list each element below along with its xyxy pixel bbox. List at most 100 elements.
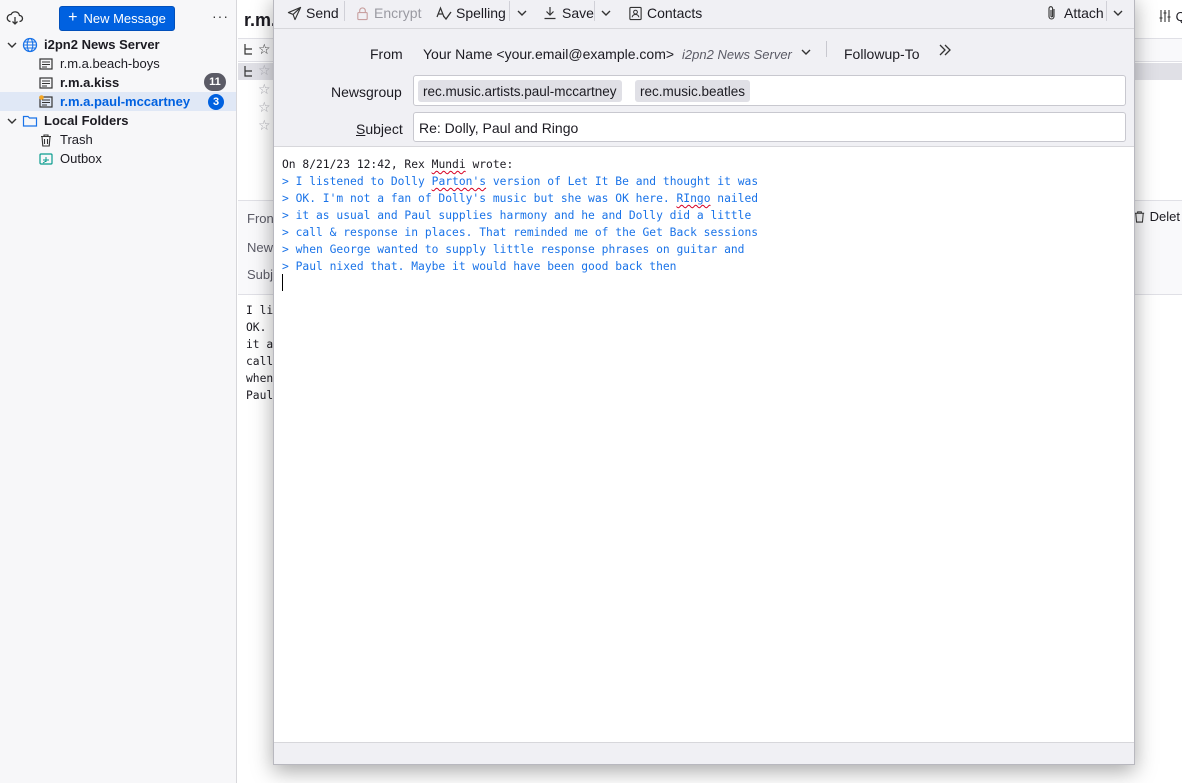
outbox-icon <box>38 151 54 167</box>
send-icon <box>286 5 302 21</box>
spell-check-icon <box>436 5 452 21</box>
subject-label-rest: ubject <box>365 121 403 137</box>
download-icon <box>542 5 558 21</box>
quote-text: > OK. I'm not a fan of Dolly's music but… <box>282 192 677 205</box>
subject-value: Re: Dolly, Paul and Ringo <box>419 120 579 136</box>
followup-to-button[interactable]: Followup-To <box>844 46 919 62</box>
preview-line: Paul <box>246 389 274 402</box>
folder-tree-group-kiss[interactable]: r.m.a.kiss 11 <box>0 73 236 92</box>
misspelled-word[interactable]: Mundi <box>432 158 466 171</box>
quoted-line: > it as usual and Paul supplies harmony … <box>282 209 752 222</box>
subject-field[interactable]: Re: Dolly, Paul and Ringo <box>413 112 1126 142</box>
new-message-button[interactable]: + New Message <box>59 6 175 31</box>
folder-tree-outbox[interactable]: Outbox <box>0 149 236 168</box>
chevron-down-icon[interactable] <box>6 39 18 51</box>
toolbar-separator <box>344 1 345 21</box>
message-preview-body: I li OK. it a call when Paul <box>246 302 273 404</box>
new-message-label: New Message <box>83 11 166 26</box>
folder-tree-trash[interactable]: Trash <box>0 130 236 149</box>
compose-status-bar <box>274 742 1134 764</box>
send-button[interactable]: Send <box>286 4 339 22</box>
save-button[interactable]: Save <box>542 4 594 22</box>
misspelled-word[interactable]: Parton's <box>432 175 486 188</box>
newsgroup-icon <box>38 56 54 72</box>
folder-pane: + New Message ··· i2pn2 News Server r.m.… <box>0 0 237 783</box>
group-label: r.m.a.beach-boys <box>60 56 160 71</box>
compose-body-editor[interactable]: On 8/21/23 12:42, Rex Mundi wrote: > I l… <box>274 148 1134 738</box>
quick-filter-button[interactable]: Q <box>1158 9 1182 24</box>
trash-label: Trash <box>60 132 93 147</box>
delete-button[interactable]: Delet <box>1133 209 1180 224</box>
star-icon[interactable]: ☆ <box>258 62 271 79</box>
attach-label: Attach <box>1064 5 1104 21</box>
attribution-text: On 8/21/23 12:42, Rex <box>282 158 432 171</box>
star-icon[interactable]: ☆ <box>258 81 271 98</box>
folder-tree-server[interactable]: i2pn2 News Server <box>0 35 236 54</box>
newsgroup-icon <box>38 75 54 91</box>
preview-line: it a <box>246 338 274 351</box>
compose-window: Send Encrypt Spelling Save Contacts Atta… <box>273 0 1135 765</box>
group-label: r.m.a.kiss <box>60 75 120 90</box>
server-label: i2pn2 News Server <box>44 37 160 52</box>
chevron-down-icon <box>1110 5 1126 21</box>
newsgroup-label: Newsgroup <box>331 84 402 100</box>
get-messages-icon[interactable] <box>6 9 24 27</box>
from-label: From <box>370 46 403 62</box>
encrypt-button[interactable]: Encrypt <box>354 4 421 22</box>
globe-icon <box>22 37 38 53</box>
quoted-line: > OK. I'm not a fan of Dolly's music but… <box>282 190 1134 207</box>
local-folders-label: Local Folders <box>44 113 129 128</box>
outbox-label: Outbox <box>60 151 102 166</box>
chevron-down-icon[interactable] <box>6 115 18 127</box>
contacts-button[interactable]: Contacts <box>627 4 702 22</box>
newsgroup-pill[interactable]: rec.music.beatles <box>635 80 751 102</box>
folder-pane-header: + New Message ··· <box>0 0 237 36</box>
newsgroup-new-icon <box>38 94 54 110</box>
thread-pane-title: r.m. <box>244 10 277 30</box>
quoted-line: > call & response in places. That remind… <box>282 226 759 239</box>
save-menu-button[interactable] <box>598 4 614 22</box>
chevron-down-icon <box>514 5 530 21</box>
folder-tree-local-folders[interactable]: Local Folders <box>0 111 236 130</box>
trash-icon <box>1133 209 1150 224</box>
thread-icon <box>243 65 255 82</box>
from-identity-select[interactable]: Your Name <your.email@example.com> i2pn2 … <box>423 46 792 62</box>
toolbar-separator <box>509 1 510 21</box>
thread-column-icon[interactable] <box>243 43 255 60</box>
newsgroup-field[interactable]: rec.music.artists.paul-mccartney rec.mus… <box>413 75 1126 106</box>
folder-icon <box>22 113 38 129</box>
preview-line: I li <box>246 304 274 317</box>
group-label: r.m.a.paul-mccartney <box>60 94 191 109</box>
spelling-button[interactable]: Spelling <box>436 4 506 22</box>
contacts-label: Contacts <box>647 5 703 21</box>
reply-attribution: On 8/21/23 12:42, Rex Mundi wrote: <box>282 156 1134 173</box>
encrypt-label: Encrypt <box>374 5 422 21</box>
spelling-menu-button[interactable] <box>514 4 530 22</box>
folder-tree-group-beach-boys[interactable]: r.m.a.beach-boys <box>0 54 236 73</box>
preview-line: when <box>246 372 274 385</box>
newsgroup-pill[interactable]: rec.music.artists.paul-mccartney <box>418 80 622 102</box>
header-separator <box>826 41 827 57</box>
folder-tree-group-paul-mccartney[interactable]: r.m.a.paul-mccartney 3 <box>0 92 236 111</box>
folder-pane-more-button[interactable]: ··· <box>212 8 229 24</box>
star-column-icon[interactable]: ☆ <box>258 41 271 58</box>
more-headers-icon[interactable] <box>938 42 952 62</box>
quote-text: version of Let It Be and thought it was <box>486 175 759 188</box>
star-icon[interactable]: ☆ <box>258 99 271 116</box>
filter-label: Q <box>1175 9 1182 24</box>
attach-button[interactable]: Attach <box>1044 4 1104 22</box>
attach-menu-button[interactable] <box>1110 4 1126 22</box>
preview-line: OK. <box>246 321 274 334</box>
misspelled-word[interactable]: RIngo <box>676 192 710 205</box>
quoted-line: > Paul nixed that. Maybe it would have b… <box>282 260 677 273</box>
star-icon[interactable]: ☆ <box>258 117 271 134</box>
compose-toolbar: Send Encrypt Spelling Save Contacts Atta… <box>274 0 1134 29</box>
trash-icon <box>38 132 54 148</box>
quoted-line: > I listened to Dolly Parton's version o… <box>282 173 1134 190</box>
text-cursor <box>282 274 283 291</box>
spelling-label: Spelling <box>456 5 506 21</box>
filter-icon <box>1158 9 1176 24</box>
delete-label: Delet <box>1149 209 1180 224</box>
chevron-down-icon[interactable] <box>800 45 812 61</box>
quote-text: nailed <box>710 192 759 205</box>
